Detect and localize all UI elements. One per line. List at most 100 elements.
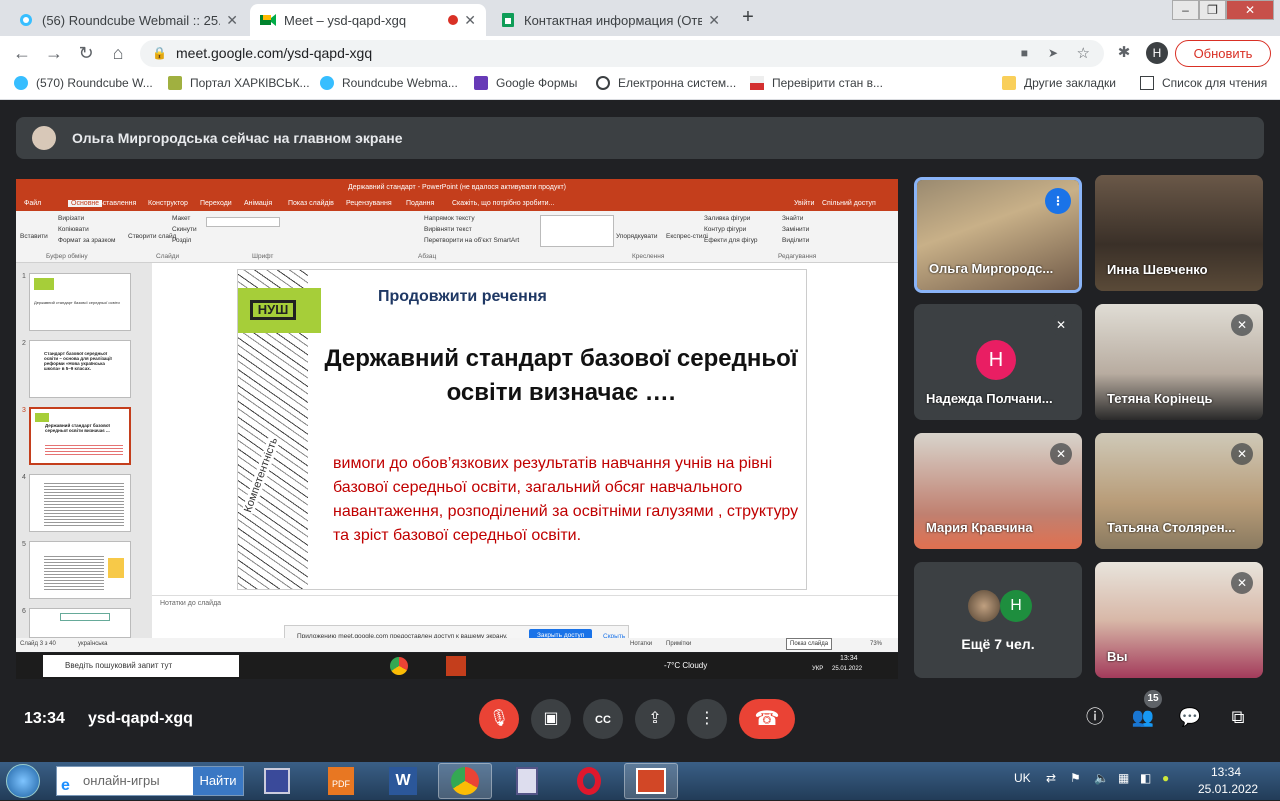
ppt-tell-me[interactable]: Скажіть, що потрібно зробити... — [452, 200, 554, 207]
ribbon-cmd[interactable]: Заливка фігури — [704, 215, 750, 222]
ribbon-cmd[interactable]: Замінити — [782, 226, 809, 233]
meeting-details-button[interactable]: ⓘ — [1080, 702, 1110, 732]
slide-thumbnail[interactable] — [29, 474, 131, 532]
tray-date[interactable]: 25.01.2022 — [1198, 782, 1258, 796]
close-window-button[interactable]: ✕ — [1226, 0, 1274, 20]
ribbon-cmd[interactable]: Скинути — [172, 226, 197, 233]
slide-thumbnail-selected[interactable]: Державний стандарт базової середньої осв… — [29, 407, 131, 465]
home-icon[interactable]: ⌂ — [108, 43, 128, 64]
close-tab-icon[interactable]: ✕ — [226, 12, 238, 29]
ribbon-cmd[interactable]: Розділ — [172, 237, 191, 244]
update-button[interactable]: Обновить — [1175, 40, 1271, 67]
participant-tile[interactable]: ⋮ Ольга Миргородс... — [914, 177, 1082, 293]
tray-app-icon[interactable]: ◧ — [1140, 771, 1151, 785]
tray-app-icon[interactable]: ▦ — [1118, 771, 1129, 785]
start-button[interactable] — [6, 764, 40, 798]
ppt-tab[interactable]: Показ слайдів — [288, 200, 334, 207]
ribbon-cmd[interactable]: Знайти — [782, 215, 803, 222]
ppt-tab[interactable]: Рецензування — [346, 200, 392, 207]
extensions-icon[interactable]: ✱ — [1114, 43, 1134, 61]
address-bar[interactable]: 🔒 meet.google.com/ysd-qapd-xgq ■ ➤ ☆ — [140, 40, 1104, 67]
captions-button[interactable]: CC — [583, 699, 623, 739]
bookmark-item[interactable]: Електронна систем... — [596, 76, 736, 90]
close-tab-icon[interactable]: ✕ — [464, 12, 476, 29]
camera-icon[interactable]: ■ — [1021, 40, 1028, 67]
slide-thumbnail[interactable] — [29, 541, 131, 599]
bookmark-item[interactable]: Google Формы — [474, 76, 577, 90]
tab-sheets[interactable]: Контактная информация (Ответ ✕ — [490, 4, 730, 36]
bookmark-item[interactable]: (570) Roundcube W... — [14, 76, 153, 90]
zoom-level[interactable]: 73% — [870, 641, 882, 647]
ribbon-cmd[interactable]: Напрямок тексту — [424, 215, 475, 222]
ribbon-cmd[interactable]: Вставити — [20, 233, 48, 240]
taskbar-app-chrome[interactable] — [438, 763, 492, 799]
taskbar-app-calculator[interactable] — [500, 763, 554, 799]
forward-icon[interactable]: → — [44, 43, 64, 64]
send-icon[interactable]: ➤ — [1048, 40, 1058, 67]
ppt-tab[interactable]: Подання — [406, 200, 434, 207]
mic-toggle-button[interactable]: 🎙 — [479, 699, 519, 739]
taskbar-search-input[interactable]: e онлайн-игры Найти — [56, 766, 244, 796]
close-tab-icon[interactable]: ✕ — [708, 12, 720, 29]
reload-icon[interactable]: ↻ — [76, 43, 96, 64]
minimize-button[interactable]: ‒ — [1172, 0, 1199, 20]
ribbon-cmd[interactable]: Копіювати — [58, 226, 89, 233]
taskbar-app-word[interactable]: W — [376, 763, 430, 799]
ppt-tab[interactable]: Файл — [24, 200, 41, 207]
ppt-tab[interactable]: Конструктор — [148, 200, 188, 207]
tab-roundcube[interactable]: (56) Roundcube Webmail :: 25.01 ✕ — [8, 4, 248, 36]
chat-button[interactable]: 💬 — [1175, 702, 1205, 732]
tray-time[interactable]: 13:34 — [1211, 765, 1241, 779]
present-button[interactable]: ⇪ — [635, 699, 675, 739]
ribbon-cmd[interactable]: Упорядкувати — [616, 233, 657, 240]
ppt-tab[interactable]: Переходи — [200, 200, 232, 207]
back-icon[interactable]: ← — [12, 43, 32, 64]
reading-list[interactable]: Список для чтения — [1140, 76, 1267, 90]
profile-avatar[interactable]: H — [1146, 42, 1168, 64]
slide-thumbnail[interactable]: Стандарт базової середньої освіти – осно… — [29, 340, 131, 398]
ribbon-cmd[interactable]: Ефекти для фігур — [704, 237, 758, 244]
end-call-button[interactable]: ☎ — [739, 699, 795, 739]
font-name-box[interactable] — [206, 217, 280, 227]
participant-tile[interactable]: ✕ Татьяна Столярен... — [1095, 433, 1263, 549]
flag-icon[interactable]: ⚑ — [1070, 771, 1081, 785]
ribbon-cmd[interactable]: Створити слайд — [128, 233, 176, 240]
ribbon-cmd[interactable]: Вирівняти текст — [424, 226, 472, 233]
comments-toggle[interactable]: Примітки — [666, 641, 691, 647]
more-options-button[interactable]: ⋮ — [687, 699, 727, 739]
slide-thumbnail[interactable] — [29, 608, 131, 638]
taskbar-app-powerpoint[interactable] — [624, 763, 678, 799]
self-tile[interactable]: ✕ Вы — [1095, 562, 1263, 678]
participant-tile[interactable]: ✕ Тетяна Корінець — [1095, 304, 1263, 420]
bookmark-item[interactable]: Портал ХАРКІВСЬК... — [168, 76, 310, 90]
ribbon-cmd[interactable]: Макет — [172, 215, 190, 222]
other-bookmarks[interactable]: Другие закладки — [1002, 76, 1116, 90]
bookmark-item[interactable]: Перевірити стан в... — [750, 76, 883, 90]
network-icon[interactable]: ⇄ — [1046, 771, 1056, 785]
tray-app-icon[interactable]: ● — [1162, 771, 1169, 785]
maximize-button[interactable]: ❐ — [1199, 0, 1226, 20]
participant-tile[interactable]: ✕ Н Надежда Полчани... — [914, 304, 1082, 420]
new-tab-button[interactable]: + — [736, 6, 760, 30]
more-participants-tile[interactable]: Н Ещё 7 чел. — [914, 562, 1082, 678]
ribbon-cmd[interactable]: Формат за зразком — [58, 237, 115, 244]
bookmark-item[interactable]: Roundcube Webma... — [320, 76, 458, 90]
search-go-button[interactable]: Найти — [193, 767, 243, 795]
activities-button[interactable]: ⧉ — [1223, 702, 1253, 732]
taskbar-app-save[interactable] — [250, 763, 304, 799]
ribbon-cmd[interactable]: Вирізати — [58, 215, 84, 222]
taskbar-app-pdf[interactable]: PDF — [314, 763, 368, 799]
star-icon[interactable]: ☆ — [1077, 40, 1090, 67]
ppt-share[interactable]: Спільний доступ — [822, 200, 876, 207]
ppt-tab[interactable]: Анімація — [244, 200, 272, 207]
keyboard-language[interactable]: UK — [1014, 771, 1031, 785]
ribbon-cmd[interactable]: Перетворити на об'єкт SmartArt — [424, 237, 519, 244]
taskbar-app-opera[interactable] — [562, 763, 616, 799]
ribbon-cmd[interactable]: Експрес-стилі — [666, 233, 708, 240]
notes-toggle[interactable]: Нотатки — [630, 641, 652, 647]
ppt-signin[interactable]: Увійти — [794, 200, 814, 207]
camera-toggle-button[interactable]: ▣ — [531, 699, 571, 739]
slide-thumbnail[interactable]: Державний стандарт базової середньої осв… — [29, 273, 131, 331]
ribbon-cmd[interactable]: Контур фігури — [704, 226, 746, 233]
shapes-gallery[interactable] — [540, 215, 614, 247]
